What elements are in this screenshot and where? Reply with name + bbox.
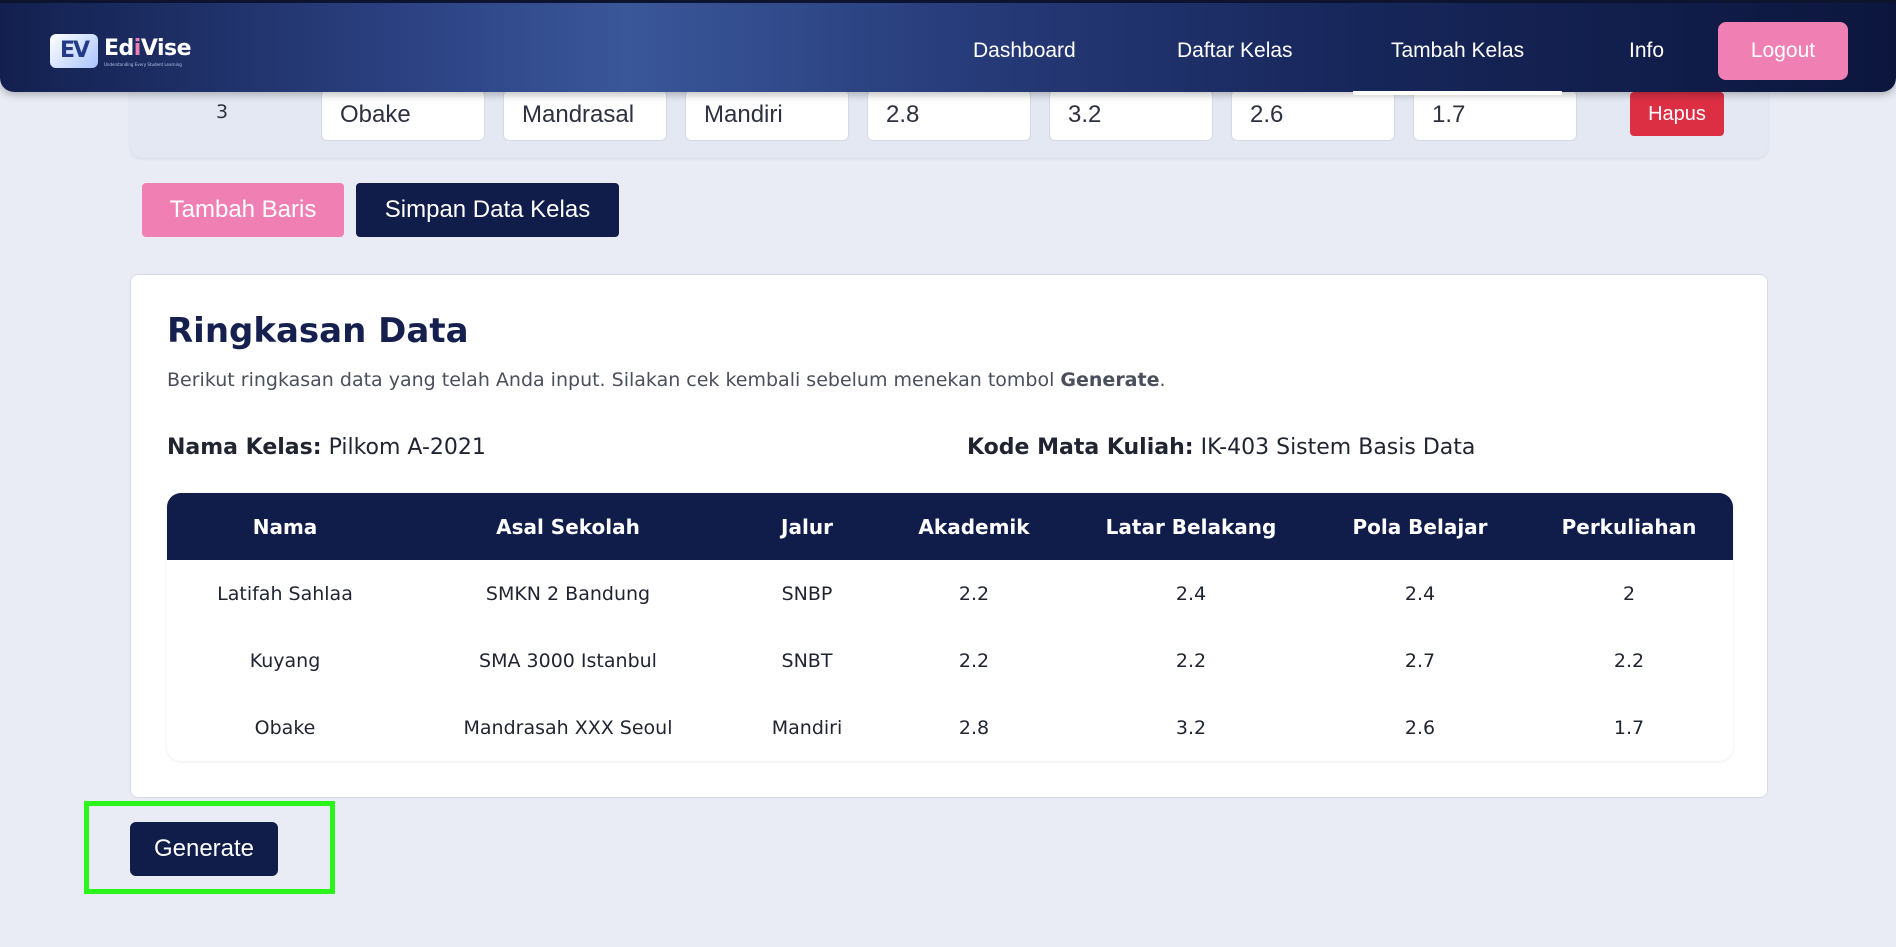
lecture-input[interactable]: 1.7 xyxy=(1413,89,1577,141)
table-cell: 3.2 xyxy=(1175,716,1207,739)
table-cell: SMA 3000 Istanbul xyxy=(479,649,657,672)
background-input[interactable]: 3.2 xyxy=(1049,89,1213,141)
col-header-nama: Nama xyxy=(252,514,318,539)
col-header-asal-sekolah: Asal Sekolah xyxy=(496,514,640,539)
table-cell: SNBP xyxy=(781,582,833,605)
nav-tambah-kelas[interactable]: Tambah Kelas xyxy=(1352,3,1563,95)
col-header-perkuliahan: Perkuliahan xyxy=(1561,514,1697,539)
table-cell: 1.7 xyxy=(1613,716,1645,739)
edivise-logo[interactable]: EV EdiVise Understanding Every Student L… xyxy=(50,31,192,71)
class-name-value: Pilkom A-2021 xyxy=(328,435,486,460)
table-cell: 2.2 xyxy=(958,582,990,605)
table-row: Latifah Sahlaa SMKN 2 Bandung SNBP 2.2 2… xyxy=(167,560,1733,627)
delete-row-button[interactable]: Hapus xyxy=(1630,92,1724,136)
table-cell: 2.2 xyxy=(1613,649,1645,672)
generate-button[interactable]: Generate xyxy=(130,822,278,876)
col-header-akademik: Akademik xyxy=(918,514,1030,539)
summary-description: Berikut ringkasan data yang telah Anda i… xyxy=(167,369,1166,391)
table-cell: 2.2 xyxy=(1175,649,1207,672)
name-input[interactable]: Obake xyxy=(321,89,485,141)
col-header-latar-belakang: Latar Belakang xyxy=(1105,514,1277,539)
logout-button[interactable]: Logout xyxy=(1718,22,1848,80)
path-input[interactable]: Mandiri xyxy=(685,89,849,141)
table-cell: 2.8 xyxy=(958,716,990,739)
summary-card: Ringkasan Data Berikut ringkasan data ya… xyxy=(130,274,1768,798)
top-navbar: EV EdiVise Understanding Every Student L… xyxy=(0,0,1896,95)
table-row: Obake Mandrasah XXX Seoul Mandiri 2.8 3.… xyxy=(167,694,1733,761)
summary-title: Ringkasan Data xyxy=(167,311,469,351)
table-cell: Obake xyxy=(254,716,316,739)
table-cell: 2 xyxy=(1622,582,1636,605)
table-cell: 2.6 xyxy=(1404,716,1436,739)
logo-wordmark: EdiVise xyxy=(104,35,192,61)
row-number: 3 xyxy=(215,101,229,123)
class-name-info: Nama Kelas: Pilkom A-2021 xyxy=(167,435,486,460)
save-class-button[interactable]: Simpan Data Kelas xyxy=(356,183,619,237)
table-cell: 2.4 xyxy=(1404,582,1436,605)
table-cell: Latifah Sahlaa xyxy=(217,582,353,605)
table-cell: Kuyang xyxy=(249,649,321,672)
table-header-row: Nama Asal Sekolah Jalur Akademik Latar B… xyxy=(167,493,1733,560)
nav-info[interactable]: Info xyxy=(1629,3,1664,95)
course-code-info: Kode Mata Kuliah: IK-403 Sistem Basis Da… xyxy=(967,435,1475,460)
class-name-label: Nama Kelas: xyxy=(167,435,322,460)
table-cell: 2.7 xyxy=(1404,649,1436,672)
course-code-label: Kode Mata Kuliah: xyxy=(967,435,1194,460)
logo-mark-icon: EV xyxy=(50,34,98,68)
nav-dashboard[interactable]: Dashboard xyxy=(973,3,1076,95)
table-cell: Mandiri xyxy=(771,716,843,739)
col-header-pola-belajar: Pola Belajar xyxy=(1352,514,1488,539)
table-row: Kuyang SMA 3000 Istanbul SNBT 2.2 2.2 2.… xyxy=(167,627,1733,694)
academic-input[interactable]: 2.8 xyxy=(867,89,1031,141)
table-cell: SMKN 2 Bandung xyxy=(485,582,651,605)
school-input[interactable]: Mandrasal xyxy=(503,89,667,141)
learning-pattern-input[interactable]: 2.6 xyxy=(1231,89,1395,141)
table-cell: 2.4 xyxy=(1175,582,1207,605)
table-cell: Mandrasah XXX Seoul xyxy=(463,716,673,739)
table-cell: SNBT xyxy=(781,649,833,672)
table-cell: 2.2 xyxy=(958,649,990,672)
summary-table: Nama Asal Sekolah Jalur Akademik Latar B… xyxy=(167,493,1733,761)
course-code-value: IK-403 Sistem Basis Data xyxy=(1200,435,1476,460)
add-row-button[interactable]: Tambah Baris xyxy=(142,183,344,237)
nav-daftar-kelas[interactable]: Daftar Kelas xyxy=(1177,3,1293,95)
logo-tagline: Understanding Every Student Learning xyxy=(104,61,182,67)
col-header-jalur: Jalur xyxy=(781,514,833,539)
